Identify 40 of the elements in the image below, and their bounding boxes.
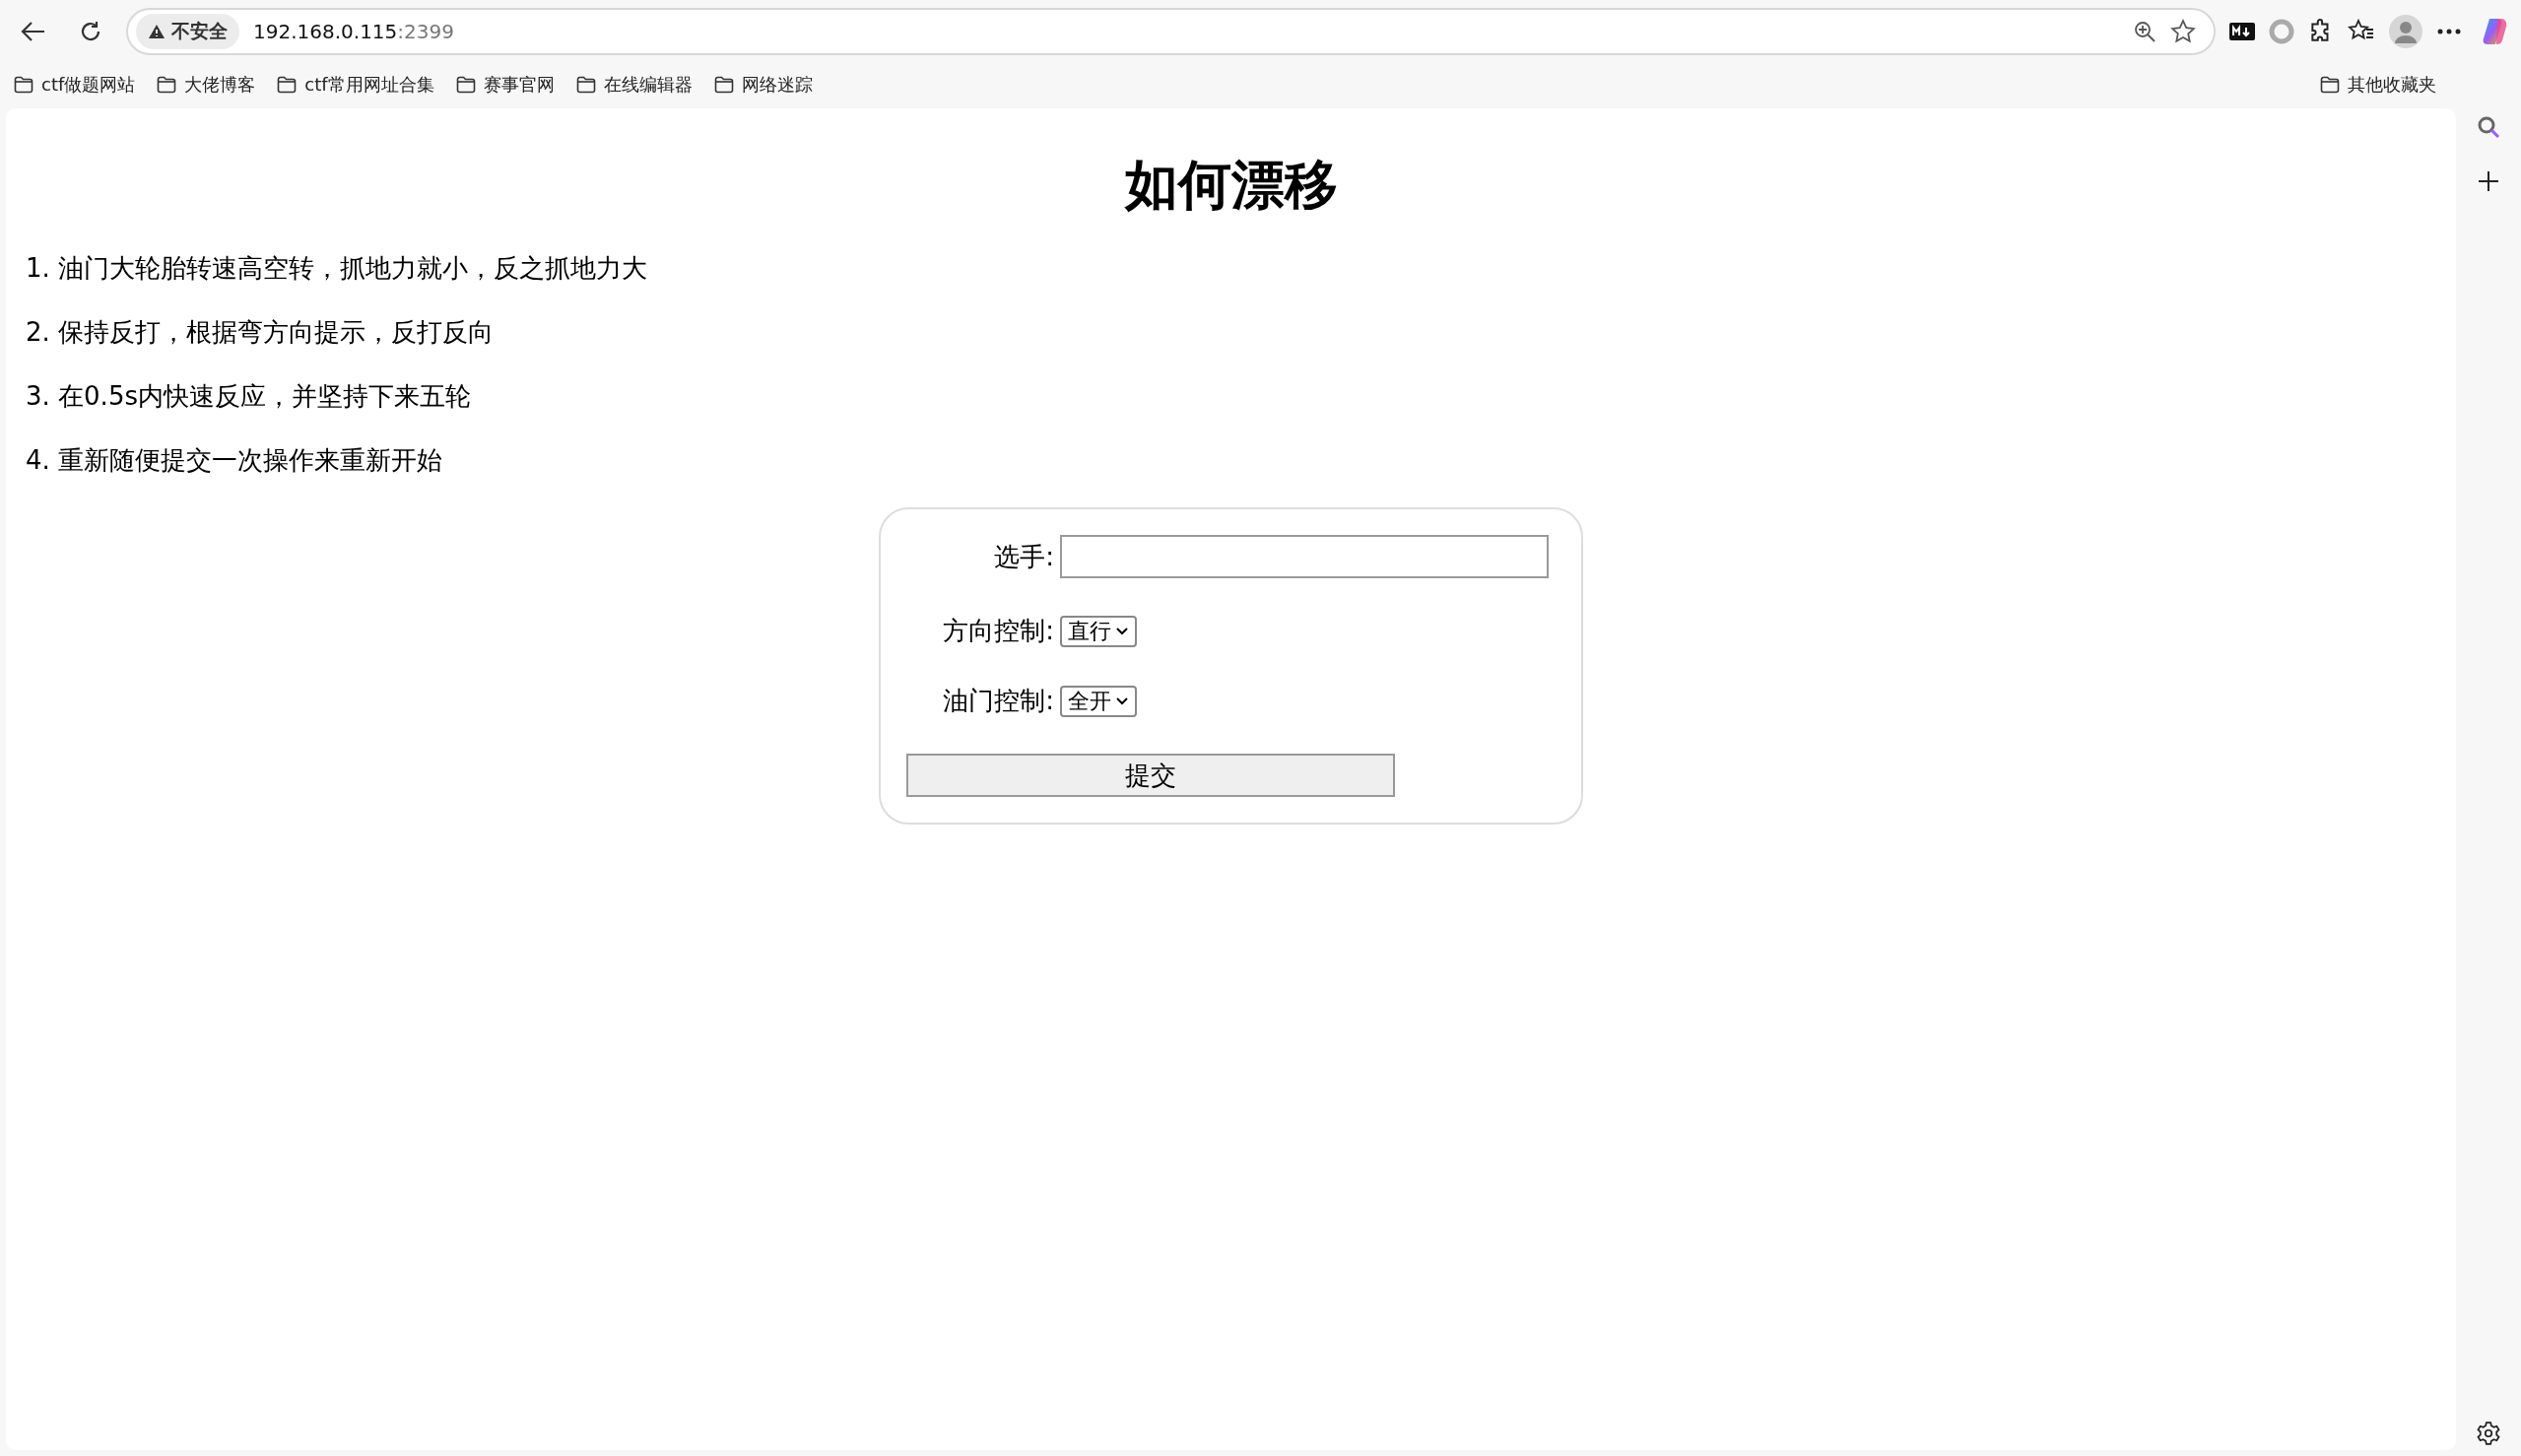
bookmark-folder[interactable]: 其他收藏夹 — [2320, 73, 2436, 97]
markdown-icon[interactable] — [2229, 23, 2255, 40]
settings-icon[interactable] — [2476, 1421, 2501, 1446]
chevron-down-icon — [1115, 626, 1129, 636]
back-arrow-icon — [21, 21, 46, 42]
star-icon[interactable] — [2170, 19, 2196, 44]
player-input[interactable] — [1060, 535, 1549, 578]
chevron-down-icon — [1115, 695, 1129, 706]
folder-icon — [455, 76, 476, 94]
folder-icon — [14, 76, 33, 94]
bookmark-item[interactable]: 在线编辑器 — [575, 73, 693, 97]
url-text[interactable]: 192.168.0.115:2399 — [253, 20, 2119, 43]
bookmark-item[interactable]: ctf做题网站 — [14, 73, 136, 97]
field-label: 选手: — [993, 540, 1054, 573]
field-label: 油门控制: — [942, 685, 1054, 717]
more-icon[interactable] — [2436, 28, 2462, 35]
folder-icon — [2320, 76, 2340, 94]
instruction-text: 2. 保持反打，根据弯方向提示，反打反向 — [26, 316, 496, 349]
instruction-text: 4. 重新随便提交一次操作来重新开始 — [26, 444, 444, 477]
avatar-icon[interactable] — [2389, 15, 2422, 48]
add-icon[interactable] — [2477, 169, 2500, 193]
dropdown-select[interactable]: 全开 — [1060, 685, 1137, 717]
folder-icon — [575, 76, 596, 94]
bookmark-item[interactable]: ctf常用网址合集 — [277, 73, 434, 97]
zoom-icon[interactable] — [2133, 20, 2156, 43]
dropdown-select[interactable]: 直行 — [1060, 615, 1137, 647]
search-icon[interactable] — [2476, 114, 2501, 140]
field-label: 方向控制: — [942, 615, 1054, 647]
instruction-text: 1. 油门大轮胎转速高空转，抓地力就小，反之抓地力大 — [26, 252, 649, 285]
bookmark-item[interactable]: 大佬博客 — [157, 73, 256, 97]
page-title: 如何漂移 — [1123, 153, 1339, 218]
folder-icon — [157, 76, 177, 94]
bookmark-item[interactable]: 网络迷踪 — [713, 73, 813, 97]
submit-button[interactable]: 提交 — [906, 754, 1395, 797]
instruction-text: 3. 在0.5s内快速反应，并坚持下来五轮 — [26, 380, 472, 413]
security-indicator[interactable]: 不安全 — [136, 14, 239, 49]
folder-icon — [277, 76, 298, 94]
folder-icon — [713, 76, 734, 94]
reload-icon — [79, 20, 102, 43]
bookmark-item[interactable]: 赛事官网 — [455, 73, 555, 97]
